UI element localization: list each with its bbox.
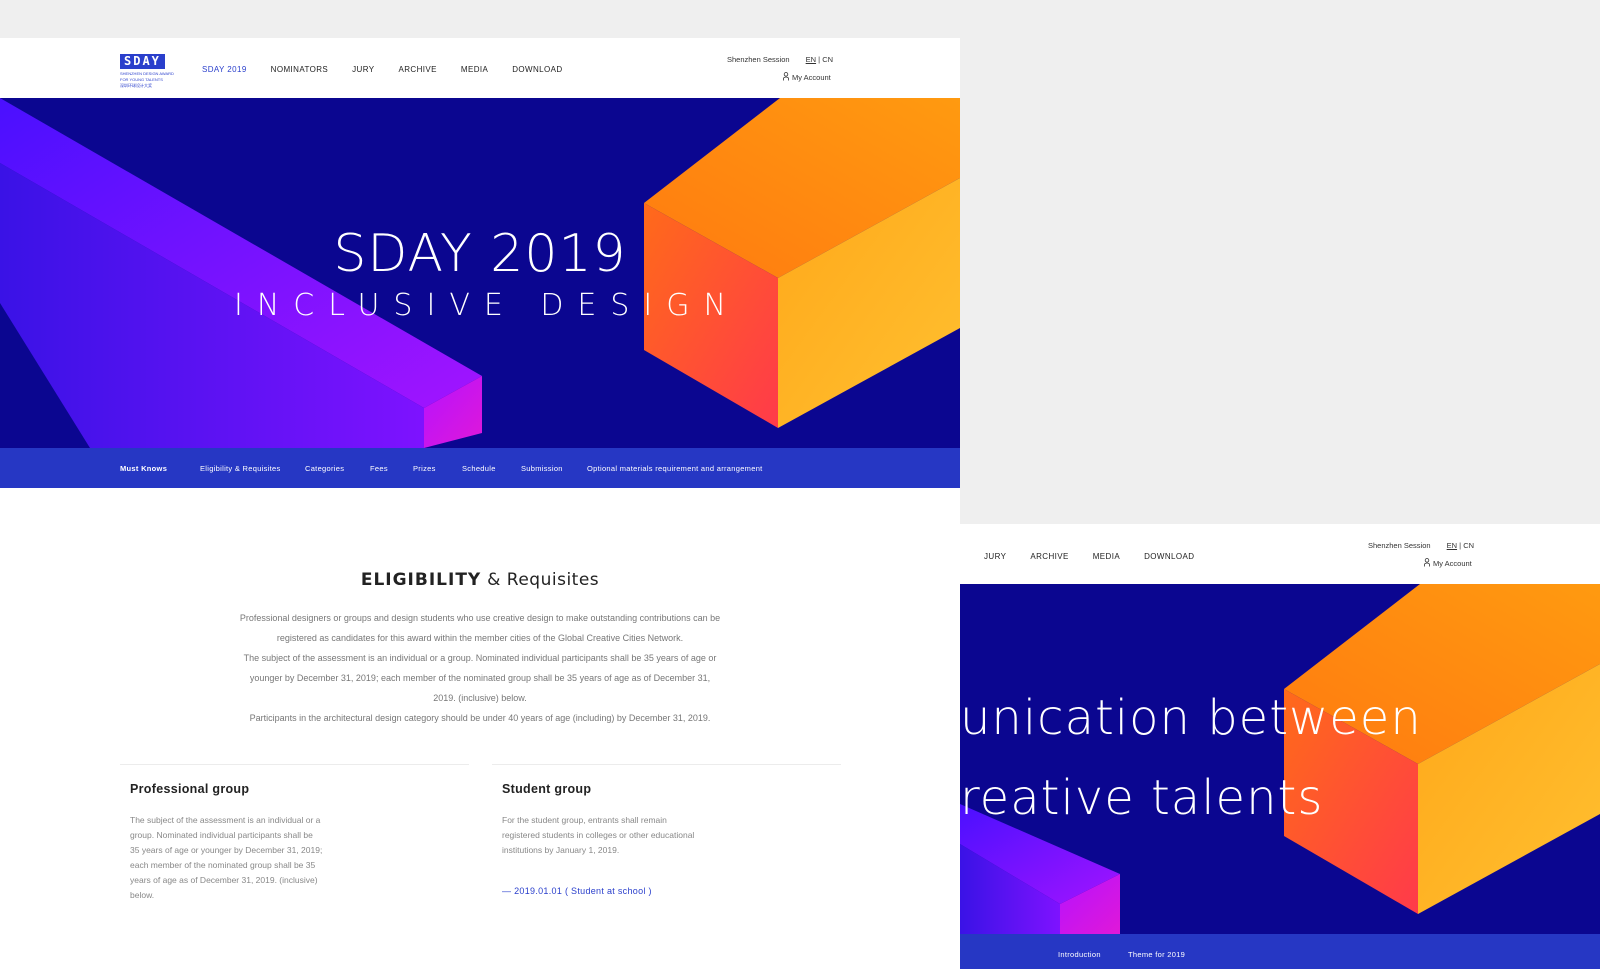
- professional-line: The subject of the assessment is an indi…: [130, 815, 321, 825]
- student-line: registered students in colleges or other…: [502, 830, 695, 840]
- eligibility-line: Professional designers or groups and des…: [239, 613, 721, 623]
- eligibility-heading-bold: ELIGIBILITY: [360, 570, 482, 590]
- eligibility-heading: ELIGIBILITY & Requisites: [0, 570, 960, 590]
- main-screenshot: SDAY SHENZHEN DESIGN AWARD FOR YOUNG TAL…: [0, 38, 960, 969]
- subnav-fees[interactable]: Fees: [370, 464, 388, 473]
- professional-line: 35 years of age or younger by December 3…: [130, 845, 323, 855]
- student-group-title: Student group: [502, 782, 592, 796]
- eligibility-description: Professional designers or groups and des…: [200, 608, 760, 728]
- eligibility-line: The subject of the assessment is an indi…: [243, 653, 717, 663]
- student-line: For the student group, entrants shall re…: [502, 815, 667, 825]
- subnav-theme-2019[interactable]: Theme for 2019: [1128, 950, 1185, 959]
- nav-download[interactable]: DOWNLOAD: [512, 65, 562, 74]
- student-group-body: For the student group, entrants shall re…: [502, 813, 722, 858]
- professional-line: below.: [130, 890, 155, 900]
- nav-download[interactable]: DOWNLOAD: [1144, 552, 1194, 561]
- nav-jury[interactable]: JURY: [984, 552, 1006, 561]
- hero-title: SDAY 2019: [333, 224, 627, 284]
- divider-student: [492, 764, 841, 765]
- nav-sday-2019[interactable]: SDAY 2019: [202, 65, 247, 74]
- subnav-schedule[interactable]: Schedule: [462, 464, 496, 473]
- hero-artwork-secondary: [960, 584, 1600, 934]
- eligibility-heading-rest: & Requisites: [487, 570, 600, 590]
- eligibility-line: registered as candidates for this award …: [276, 633, 684, 643]
- secondary-screenshot: JURY ARCHIVE MEDIA DOWNLOAD Shenzhen Ses…: [960, 524, 1600, 969]
- subnav-optional-materials[interactable]: Optional materials requirement and arran…: [587, 464, 763, 473]
- session-label[interactable]: Shenzhen Session: [1368, 541, 1431, 550]
- nav-media[interactable]: MEDIA: [461, 65, 488, 74]
- section-subnav-secondary: Introduction Theme for 2019: [960, 934, 1600, 969]
- professional-group-title: Professional group: [130, 782, 250, 796]
- professional-group-body: The subject of the assessment is an indi…: [130, 813, 340, 903]
- session-label[interactable]: Shenzhen Session: [727, 55, 790, 64]
- hero-headline-line-1: unication between: [960, 690, 1422, 746]
- main-nav-secondary: JURY ARCHIVE MEDIA DOWNLOAD: [984, 552, 1218, 561]
- nav-jury[interactable]: JURY: [352, 65, 374, 74]
- hero-banner: SDAY 2019 INCLUSIVE DESIGN: [0, 98, 960, 448]
- nav-archive[interactable]: ARCHIVE: [1030, 552, 1068, 561]
- my-account-link-secondary[interactable]: My Account: [1424, 558, 1472, 568]
- subnav-submission[interactable]: Submission: [521, 464, 563, 473]
- my-account-label: My Account: [1433, 559, 1472, 568]
- session-switcher: Shenzhen Session EN | CN: [727, 55, 833, 64]
- lang-cn[interactable]: CN: [822, 55, 833, 64]
- nav-archive[interactable]: ARCHIVE: [399, 65, 437, 74]
- header: SDAY SHENZHEN DESIGN AWARD FOR YOUNG TAL…: [0, 38, 960, 98]
- user-icon: [783, 72, 789, 81]
- lang-separator: |: [1459, 541, 1462, 550]
- student-date-link[interactable]: — 2019.01.01 ( Student at school ): [502, 886, 652, 896]
- subnav-introduction[interactable]: Introduction: [1058, 950, 1101, 959]
- lang-en[interactable]: EN: [806, 55, 816, 64]
- nav-nominators[interactable]: NOMINATORS: [271, 65, 328, 74]
- session-switcher-secondary: Shenzhen Session EN | CN: [1368, 541, 1474, 550]
- header-secondary: JURY ARCHIVE MEDIA DOWNLOAD Shenzhen Ses…: [960, 524, 1600, 584]
- professional-line: years of age as of December 31, 2019. (i…: [130, 875, 318, 885]
- lang-cn[interactable]: CN: [1463, 541, 1474, 550]
- subnav-categories[interactable]: Categories: [305, 464, 344, 473]
- hero-headline-line-2: reative talents: [960, 770, 1324, 826]
- lang-en[interactable]: EN: [1447, 541, 1457, 550]
- logo[interactable]: SDAY SHENZHEN DESIGN AWARD FOR YOUNG TAL…: [120, 52, 186, 88]
- professional-line: group. Nominated individual participants…: [130, 830, 313, 840]
- subnav-must-knows[interactable]: Must Knows: [120, 464, 167, 473]
- user-icon: [1424, 558, 1430, 567]
- subnav-eligibility[interactable]: Eligibility & Requisites: [200, 464, 281, 473]
- eligibility-line: 2019. (inclusive) below.: [433, 693, 527, 703]
- lang-separator: |: [818, 55, 821, 64]
- professional-line: each member of the nominated group shall…: [130, 860, 316, 870]
- hero-banner-secondary: unication between reative talents: [960, 584, 1600, 934]
- main-nav: SDAY 2019 NOMINATORS JURY ARCHIVE MEDIA …: [202, 65, 587, 74]
- section-subnav: Must Knows Eligibility & Requisites Cate…: [0, 448, 960, 488]
- logo-tagline-3: 深圳环球设计大奖: [120, 83, 152, 88]
- my-account-label: My Account: [792, 73, 831, 82]
- nav-media[interactable]: MEDIA: [1093, 552, 1120, 561]
- divider-professional: [120, 764, 469, 765]
- hero-subtitle: INCLUSIVE DESIGN: [234, 288, 740, 323]
- subnav-prizes[interactable]: Prizes: [413, 464, 436, 473]
- logo-tagline-1: SHENZHEN DESIGN AWARD: [120, 71, 174, 76]
- student-line: institutions by January 1, 2019.: [502, 845, 620, 855]
- logo-wordmark: SDAY: [120, 54, 165, 69]
- logo-tagline-2: FOR YOUNG TALENTS: [120, 77, 163, 82]
- eligibility-line: younger by December 31, 2019; each membe…: [249, 673, 711, 683]
- my-account-link[interactable]: My Account: [783, 72, 831, 82]
- eligibility-line: Participants in the architectural design…: [249, 713, 711, 723]
